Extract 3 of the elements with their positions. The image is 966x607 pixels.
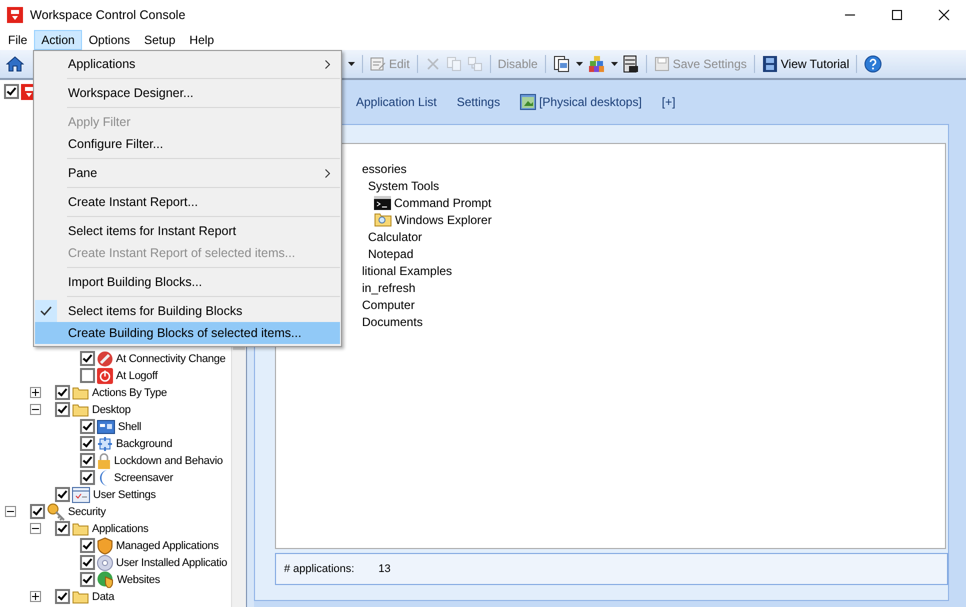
status-label: # applications: <box>284 563 354 575</box>
status-value: 13 <box>378 563 391 575</box>
window-title: Workspace Control Console <box>30 8 186 22</box>
